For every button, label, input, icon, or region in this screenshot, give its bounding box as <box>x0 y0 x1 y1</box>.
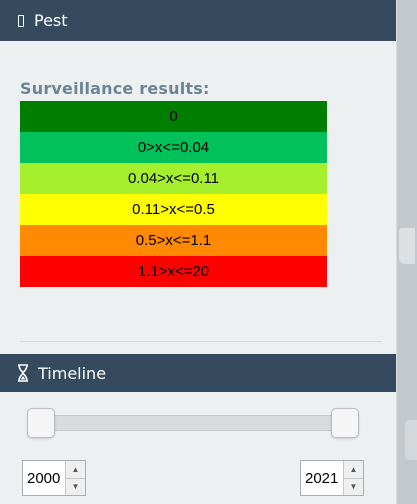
start-year-decrement-button[interactable]: ▼ <box>66 478 85 495</box>
legend-item: 0.04>x<=0.11 <box>20 163 327 194</box>
bug-icon <box>18 14 24 27</box>
slider-end-handle[interactable] <box>331 408 359 438</box>
slider-track[interactable] <box>40 415 358 431</box>
end-year-value[interactable]: 2021 <box>301 461 343 495</box>
start-year-spinner[interactable]: 2000 ▲ ▼ <box>22 460 86 496</box>
legend-item: 1.1>x<=20 <box>20 256 327 287</box>
pest-header-title: Pest <box>34 11 68 30</box>
start-year-increment-button[interactable]: ▲ <box>66 461 85 479</box>
end-year-spinner[interactable]: 2021 ▲ ▼ <box>300 460 364 496</box>
timeline-header-title: Timeline <box>38 363 107 383</box>
legend-item: 0>x<=0.04 <box>20 132 327 163</box>
timeline-header[interactable]: Timeline <box>0 354 396 392</box>
legend-item: 0 <box>20 101 327 132</box>
hourglass-icon <box>18 364 28 382</box>
start-year-value[interactable]: 2000 <box>23 461 65 495</box>
pest-section: Surveillance results: 0 0>x<=0.04 0.04>x<=… <box>0 41 396 378</box>
end-year-decrement-button[interactable]: ▼ <box>344 478 363 495</box>
legend-item: 0.5>x<=1.1 <box>20 225 327 256</box>
end-year-increment-button[interactable]: ▲ <box>344 461 363 479</box>
divider <box>20 341 382 342</box>
map-land <box>405 420 417 460</box>
sidebar-panel: Pest Surveillance results: 0 0>x<=0.04 0.0… <box>0 0 397 504</box>
map-land <box>399 228 415 264</box>
legend-title: Surveillance results: <box>20 79 210 98</box>
slider-start-handle[interactable] <box>27 408 55 438</box>
legend-item: 0.11>x<=0.5 <box>20 194 327 225</box>
legend: 0 0>x<=0.04 0.04>x<=0.11 0.11>x<=0.5 0.5>x<=… <box>20 101 327 287</box>
pest-header[interactable]: Pest <box>0 0 396 41</box>
